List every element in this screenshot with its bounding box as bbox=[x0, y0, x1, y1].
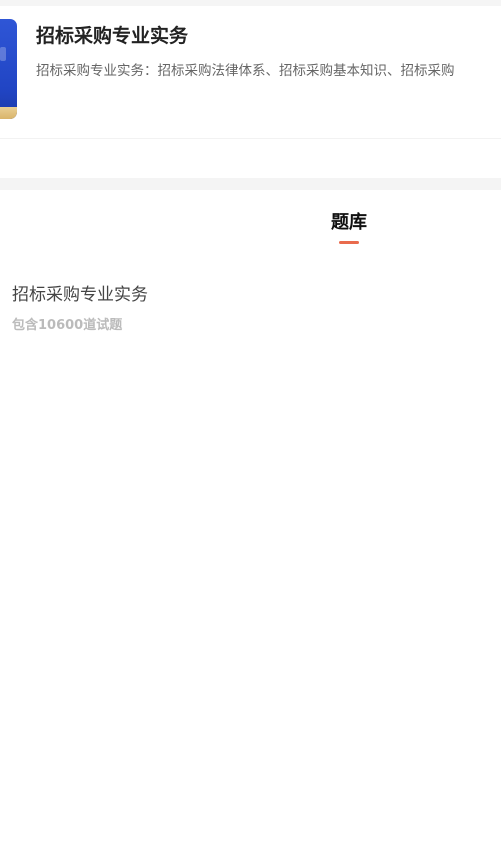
question-count: 包含10600道试题 bbox=[12, 318, 123, 333]
tab-question-bank[interactable]: 题库 bbox=[318, 208, 380, 244]
course-description: 招标采购专业实务：招标采购法律体系、招标采购基本知识、招标采购 bbox=[36, 63, 455, 79]
tab-label: 题库 bbox=[331, 212, 367, 233]
course-cover-image bbox=[0, 19, 17, 119]
section-divider bbox=[0, 178, 501, 190]
question-bank-item[interactable]: 招标采购专业实务 包含10600道试题 bbox=[0, 270, 501, 342]
tab-active-indicator bbox=[339, 241, 359, 244]
course-card[interactable]: 招标采购专业实务 招标采购专业实务：招标采购法律体系、招标采购基本知识、招标采购 bbox=[0, 6, 501, 139]
cover-mark bbox=[0, 47, 6, 61]
page: 招标采购专业实务 招标采购专业实务：招标采购法律体系、招标采购基本知识、招标采购… bbox=[0, 0, 501, 845]
course-title: 招标采购专业实务 bbox=[36, 25, 189, 47]
question-bank-title: 招标采购专业实务 bbox=[12, 285, 148, 305]
tab-bar: 题库 bbox=[0, 190, 501, 250]
cover-band bbox=[0, 107, 17, 119]
